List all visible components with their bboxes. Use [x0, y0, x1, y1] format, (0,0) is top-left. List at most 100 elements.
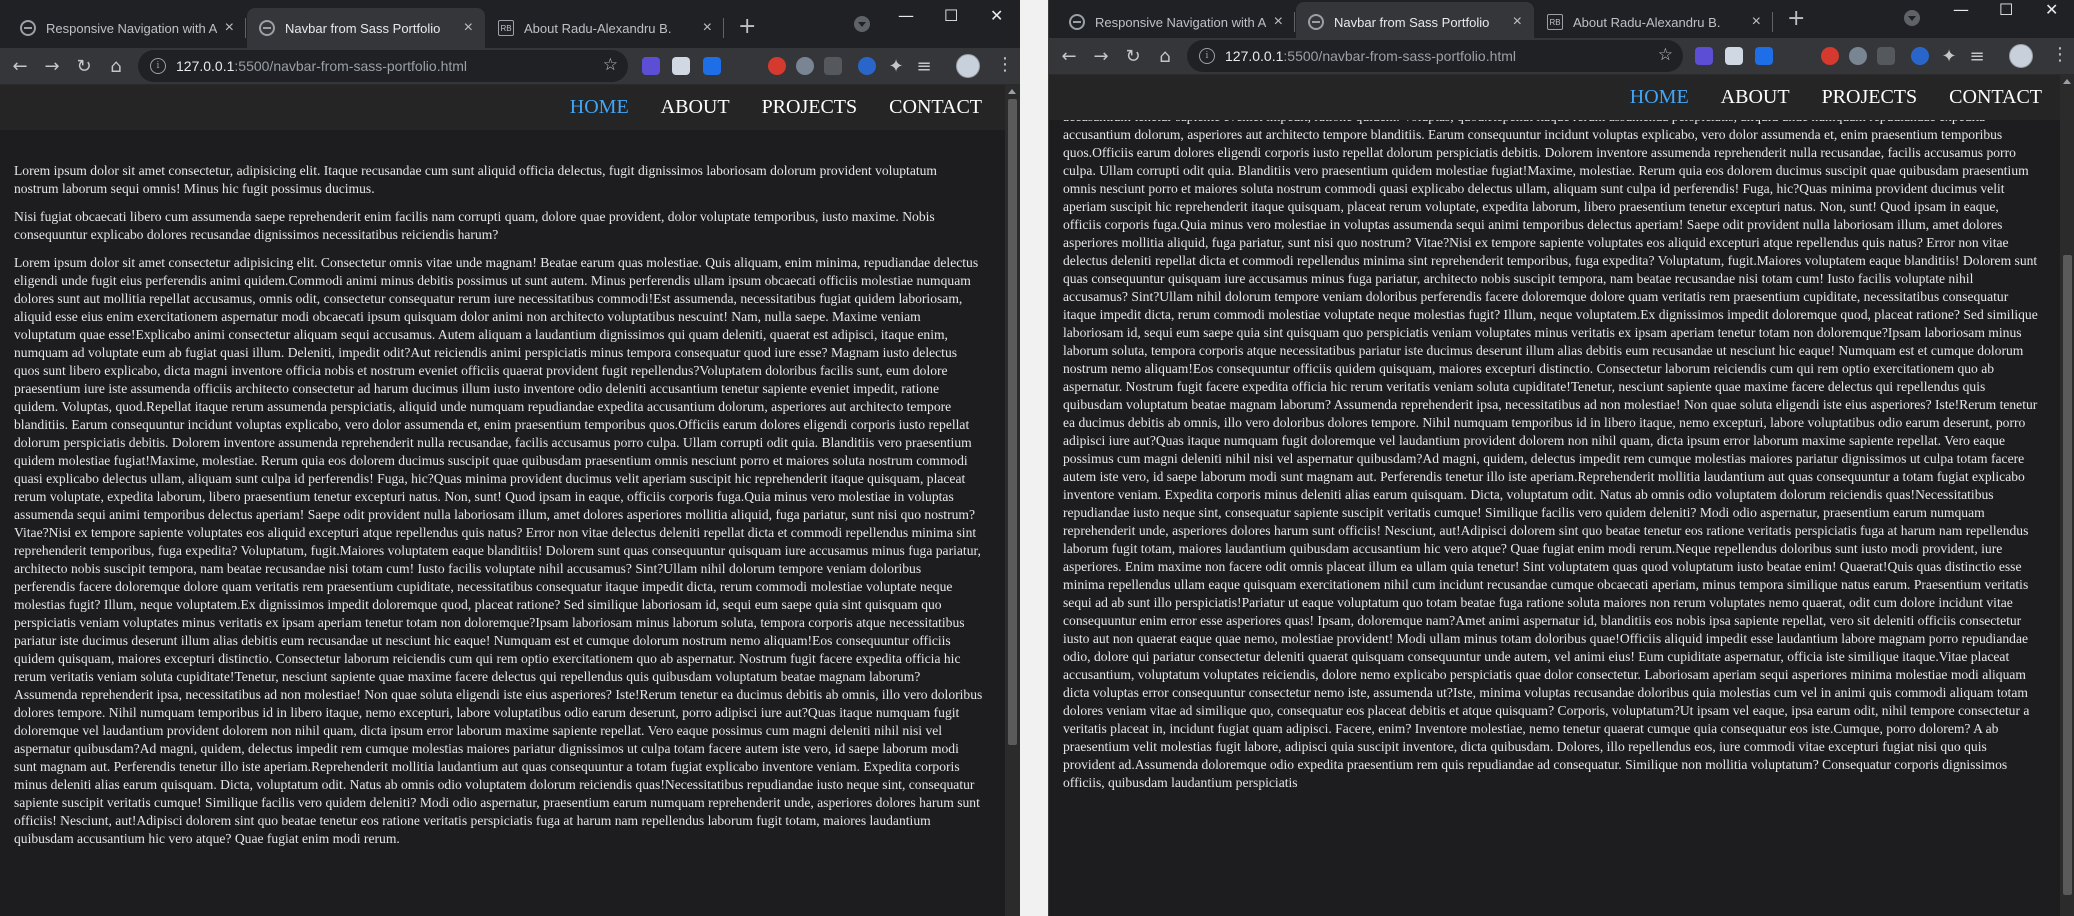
- tab-responsive-navigation[interactable]: Responsive Navigation with Anim ×: [8, 8, 246, 48]
- rb-logo-icon: RB: [1547, 14, 1563, 30]
- extension-icon[interactable]: [672, 57, 690, 75]
- page-content-area: accusantium tenetur sapiente eveniet imp…: [1049, 75, 2060, 916]
- nav-link-about[interactable]: ABOUT: [661, 96, 730, 119]
- reading-list-icon[interactable]: ≡: [912, 54, 936, 78]
- extension-icon[interactable]: [1821, 47, 1839, 65]
- extension-icon[interactable]: [796, 57, 814, 75]
- puzzle-icon[interactable]: ✦: [884, 54, 908, 78]
- extension-icon[interactable]: [1695, 47, 1713, 65]
- close-tab-icon[interactable]: ×: [1513, 13, 1522, 31]
- extension-icon[interactable]: [1755, 47, 1773, 65]
- paragraph-3: accusantium tenetur sapiente eveniet imp…: [1063, 109, 2038, 790]
- forward-arrow-icon[interactable]: →: [1089, 44, 1113, 68]
- reading-list-icon[interactable]: ≡: [1965, 44, 1989, 68]
- puzzle-icon[interactable]: ✦: [1937, 44, 1961, 68]
- paragraph-2: Nisi fugiat obcaecati libero cum assumen…: [14, 209, 935, 242]
- browser-menu-icon[interactable]: ⋮: [996, 54, 1014, 75]
- tab-about-radu[interactable]: RB About Radu-Alexandru B. ×: [1535, 2, 1773, 42]
- url-path: :5500/navbar-from-sass-portfolio.html: [1283, 48, 1517, 64]
- nav-link-contact[interactable]: CONTACT: [889, 96, 982, 119]
- new-tab-button[interactable]: +: [738, 14, 756, 39]
- extension-icon[interactable]: [858, 57, 876, 75]
- maximize-button[interactable]: ☐: [1999, 0, 2013, 19]
- maximize-button[interactable]: ☐: [944, 6, 958, 25]
- paragraph-3: Lorem ipsum dolor sit amet consectetur a…: [14, 255, 983, 846]
- site-navbar: HOME ABOUT PROJECTS CONTACT: [0, 85, 1005, 130]
- tab-title: Responsive Navigation with Anim: [46, 20, 217, 36]
- page-viewport: accusantium tenetur sapiente eveniet imp…: [1049, 75, 2074, 916]
- close-tab-icon[interactable]: ×: [225, 19, 234, 37]
- close-window-button[interactable]: ✕: [990, 6, 1003, 25]
- close-tab-icon[interactable]: ×: [464, 19, 473, 37]
- profile-avatar[interactable]: [2009, 44, 2033, 68]
- tab-about-radu[interactable]: RB About Radu-Alexandru B. ×: [486, 8, 724, 48]
- minimize-button[interactable]: —: [898, 6, 914, 25]
- back-arrow-icon[interactable]: ←: [8, 54, 32, 78]
- page-viewport: HOME ABOUT PROJECTS CONTACT Lorem ipsum …: [0, 85, 1020, 916]
- extension-icon[interactable]: [703, 57, 721, 75]
- browser-menu-icon[interactable]: ⋮: [2051, 44, 2069, 65]
- bookmark-star-icon[interactable]: ☆: [603, 55, 618, 75]
- tab-navbar-from-sass-portfolio[interactable]: Navbar from Sass Portfolio ×: [1296, 2, 1534, 42]
- extension-icon[interactable]: [1911, 47, 1929, 65]
- tab-title: About Radu-Alexandru B.: [524, 20, 672, 36]
- url-text: 127.0.0.1:5500/navbar-from-sass-portfoli…: [176, 58, 467, 74]
- extension-icon[interactable]: [768, 57, 786, 75]
- tab-title: Navbar from Sass Portfolio: [1334, 14, 1490, 30]
- nav-link-projects[interactable]: PROJECTS: [1822, 86, 1918, 109]
- close-tab-icon[interactable]: ×: [703, 19, 712, 37]
- extension-icon[interactable]: [824, 57, 842, 75]
- profile-avatar[interactable]: [956, 54, 980, 78]
- globe-icon: [1308, 14, 1324, 30]
- globe-icon: [259, 20, 275, 36]
- scrollbar-thumb[interactable]: [2063, 255, 2072, 895]
- nav-link-home[interactable]: HOME: [1630, 86, 1689, 109]
- browser-toolbar: ← → ↻ ⌂ i 127.0.0.1:5500/navbar-from-sas…: [1049, 38, 2074, 75]
- back-arrow-icon[interactable]: ←: [1057, 44, 1081, 68]
- rb-logo-icon: RB: [498, 20, 514, 36]
- site-info-icon[interactable]: i: [1199, 48, 1215, 64]
- window-gap: [1020, 0, 1048, 916]
- new-tab-button[interactable]: +: [1787, 6, 1805, 31]
- tab-search-icon[interactable]: [854, 16, 870, 32]
- minimize-button[interactable]: —: [1953, 0, 1969, 19]
- vertical-scrollbar[interactable]: [2060, 75, 2074, 916]
- nav-link-contact[interactable]: CONTACT: [1949, 86, 2042, 109]
- tab-responsive-navigation[interactable]: Responsive Navigation with Anim ×: [1057, 2, 1295, 42]
- url-host: 127.0.0.1: [1225, 48, 1284, 64]
- extension-icon[interactable]: [1877, 47, 1895, 65]
- scroll-up-arrow-icon[interactable]: [2063, 79, 2071, 84]
- tab-separator: [245, 18, 246, 38]
- reload-icon[interactable]: ↻: [1121, 44, 1145, 68]
- scroll-up-arrow-icon[interactable]: [1008, 89, 1016, 94]
- page-body: accusantium tenetur sapiente eveniet imp…: [1049, 108, 2060, 802]
- bookmark-star-icon[interactable]: ☆: [1658, 45, 1673, 65]
- close-window-button[interactable]: ✕: [2045, 0, 2058, 19]
- scrollbar-thumb[interactable]: [1008, 99, 1017, 745]
- address-bar[interactable]: i 127.0.0.1:5500/navbar-from-sass-portfo…: [138, 50, 628, 82]
- tab-strip: Responsive Navigation with Anim × Navbar…: [0, 0, 1020, 48]
- tab-separator: [1772, 12, 1773, 32]
- url-text: 127.0.0.1:5500/navbar-from-sass-portfoli…: [1225, 48, 1516, 64]
- site-info-icon[interactable]: i: [150, 58, 166, 74]
- forward-arrow-icon[interactable]: →: [40, 54, 64, 78]
- tab-navbar-from-sass-portfolio[interactable]: Navbar from Sass Portfolio ×: [247, 8, 485, 48]
- home-icon[interactable]: ⌂: [1153, 44, 1177, 68]
- nav-link-about[interactable]: ABOUT: [1721, 86, 1790, 109]
- page-body: Lorem ipsum dolor sit amet consectetur, …: [0, 130, 1005, 848]
- nav-link-home[interactable]: HOME: [570, 96, 629, 119]
- globe-icon: [20, 20, 36, 36]
- close-tab-icon[interactable]: ×: [1274, 13, 1283, 31]
- globe-icon: [1069, 14, 1085, 30]
- home-icon[interactable]: ⌂: [104, 54, 128, 78]
- site-navbar: HOME ABOUT PROJECTS CONTACT: [1049, 75, 2060, 120]
- extension-icon[interactable]: [1849, 47, 1867, 65]
- tab-search-icon[interactable]: [1904, 10, 1920, 26]
- reload-icon[interactable]: ↻: [72, 54, 96, 78]
- nav-link-projects[interactable]: PROJECTS: [762, 96, 858, 119]
- address-bar[interactable]: i 127.0.0.1:5500/navbar-from-sass-portfo…: [1187, 40, 1683, 72]
- extension-icon[interactable]: [1725, 47, 1743, 65]
- close-tab-icon[interactable]: ×: [1752, 13, 1761, 31]
- extension-icon[interactable]: [642, 57, 660, 75]
- vertical-scrollbar[interactable]: [1005, 85, 1020, 916]
